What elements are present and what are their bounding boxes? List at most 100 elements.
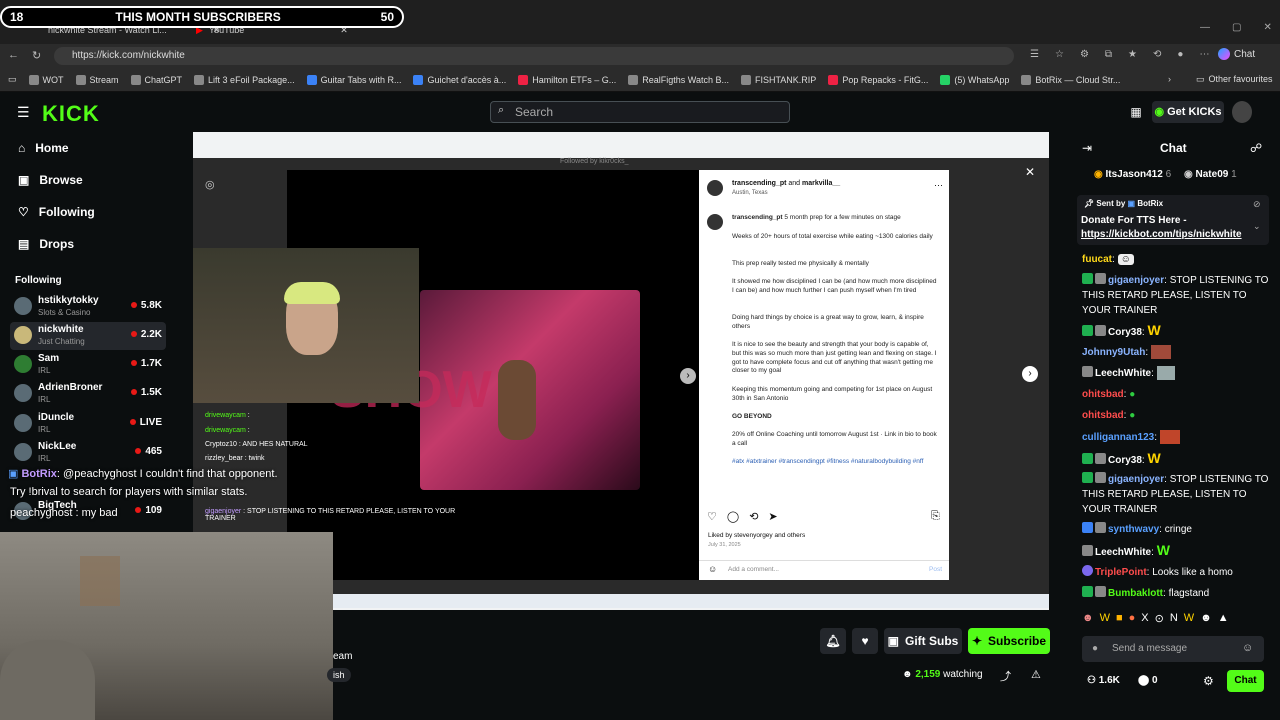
chat-username[interactable]: TriplePoint (1095, 567, 1147, 578)
emote[interactable]: ⊙ (1155, 612, 1164, 630)
get-kicks-button[interactable]: ◉ Get KICKs (1152, 101, 1224, 123)
chat-username[interactable]: synthwavy (1108, 524, 1159, 535)
bookmark-icon[interactable]: ⎘ (931, 510, 940, 523)
bookmark-item[interactable]: BotRix — Cloud Str... (1021, 74, 1120, 85)
next-post-icon[interactable]: › (1022, 366, 1038, 382)
reader-icon[interactable]: ☰ (1030, 49, 1039, 60)
follow-heart-icon[interactable]: ♥ (852, 628, 878, 654)
close-window-icon[interactable]: ✕ (1263, 22, 1271, 33)
bookmark-item[interactable]: (5) WhatsApp (940, 74, 1009, 85)
post-coauthor[interactable]: markvilla__ (802, 180, 840, 187)
bookmark-item[interactable]: FISHTANK.RIP (740, 74, 816, 85)
emote[interactable]: X (1141, 612, 1148, 630)
bookmark-item[interactable]: RealFigths Watch B... (628, 74, 729, 85)
chevron-right-icon[interactable]: › (1168, 74, 1171, 84)
post-author[interactable]: transcending_pt (732, 180, 786, 187)
search-input[interactable]: Search (490, 101, 790, 123)
chat-username[interactable]: Bumbaklott (1108, 588, 1163, 599)
emoji-icon[interactable]: ☺ (708, 564, 717, 574)
emoji-icon[interactable]: ☺ (1242, 642, 1253, 654)
chat-username[interactable]: Johnny9Utah (1082, 347, 1145, 358)
sidebar-channel[interactable]: iDuncle IRL LIVE (10, 410, 166, 438)
emote[interactable]: W (1100, 612, 1110, 630)
emote[interactable]: ● (1129, 612, 1136, 630)
bookmark-item[interactable]: Hamilton ETFs – G... (518, 74, 616, 85)
bookmark-item[interactable]: Stream (75, 74, 119, 85)
top-gifter[interactable]: ◉ ItsJason412 6 (1094, 169, 1171, 180)
repost-icon[interactable]: ⟲ (749, 510, 758, 523)
nav-home[interactable]: ⌂ Home (18, 141, 69, 155)
caption-hashtags[interactable]: #atx #atxtrainer #transcendingpt #fitnes… (732, 458, 937, 467)
bookmark-item[interactable]: Guichet d'accès à... (413, 74, 506, 85)
gift-subs-button[interactable]: ▣ Gift Subs (884, 628, 962, 654)
chat-username[interactable]: culligannan123 (1082, 432, 1154, 443)
nav-drops[interactable]: ▤ Drops (18, 237, 74, 251)
bookmark-item[interactable]: Pop Repacks - FitG... (828, 74, 928, 85)
maximize-icon[interactable]: ▢ (1232, 22, 1241, 33)
close-icon[interactable]: ✕ (1025, 165, 1035, 179)
language-tag[interactable]: ish (327, 668, 351, 682)
chat-username[interactable]: LeechWhite (1095, 368, 1151, 379)
split-icon[interactable]: ⧉ (1105, 49, 1112, 60)
minimize-icon[interactable]: — (1200, 22, 1210, 33)
subscribe-button[interactable]: ✦ Subscribe (968, 628, 1050, 654)
nav-following[interactable]: ♡ Following (18, 205, 95, 219)
chat-username[interactable]: Cory38 (1108, 455, 1142, 466)
history-icon[interactable]: ⟲ (1153, 49, 1161, 60)
pinned-link[interactable]: https://kickbot.com/tips/nickwhite (1081, 229, 1242, 240)
unpin-icon[interactable]: ⊘ (1253, 199, 1261, 210)
chat-username[interactable]: gigaenjoyer (1108, 275, 1164, 286)
library-icon[interactable]: ▦ (1126, 101, 1146, 123)
menu-icon[interactable]: ☰ (17, 104, 30, 121)
share-icon[interactable]: ⤴ (1000, 668, 1011, 684)
emote[interactable]: W (1184, 612, 1194, 630)
settings-gear-icon[interactable]: ⚙ (1203, 674, 1214, 688)
sidebar-channel[interactable]: NickLee IRL 465 (10, 439, 166, 467)
users-icon[interactable]: ☍ (1250, 141, 1262, 155)
nav-browse[interactable]: ▣ Browse (18, 173, 83, 187)
favorites-icon[interactable]: ★ (1128, 49, 1137, 60)
user-avatar[interactable] (1232, 101, 1252, 123)
kick-logo[interactable]: KICK (42, 101, 100, 127)
chevron-down-icon[interactable]: ⌄ (1253, 221, 1261, 232)
chat-username[interactable]: LeechWhite (1095, 547, 1151, 558)
reload-icon[interactable]: ↻ (32, 49, 41, 62)
more-icon[interactable]: ⋯ (934, 180, 943, 191)
extensions-icon[interactable]: ⚙ (1080, 49, 1089, 60)
sidebar-channel-active[interactable]: nickwhite Just Chatting 2.2K (10, 322, 166, 350)
notification-bell-icon[interactable]: 🔔︎ (820, 628, 846, 654)
emote[interactable]: ■ (1116, 612, 1123, 630)
comment-icon[interactable]: ◯ (727, 510, 739, 523)
bookmark-item[interactable]: WOT (28, 74, 64, 85)
url-bar[interactable]: https://kick.com/nickwhite (54, 47, 1014, 65)
chat-username[interactable]: fuucat (1082, 254, 1112, 265)
like-icon[interactable]: ♡ (707, 510, 717, 523)
emote[interactable]: N (1170, 612, 1178, 630)
post-comment-button[interactable]: Post (929, 566, 942, 573)
copilot-chat-button[interactable]: Chat (1218, 48, 1255, 60)
send-chat-button[interactable]: Chat (1227, 670, 1264, 692)
sidebar-channel[interactable]: AdrienBroner IRL 1.5K (10, 380, 166, 408)
more-icon[interactable]: ⋯ (1199, 49, 1209, 60)
add-comment-input[interactable]: Add a comment... (728, 566, 779, 573)
back-icon[interactable]: ← (8, 49, 19, 61)
report-icon[interactable]: ⚠ (1031, 668, 1041, 681)
collapse-chat-icon[interactable]: ⇥ (1082, 141, 1092, 155)
bookmark-item[interactable]: Guitar Tabs with R... (306, 74, 401, 85)
emote[interactable]: ▲ (1218, 612, 1229, 630)
bookmark-item[interactable]: ChatGPT (130, 74, 182, 85)
bookmark-item[interactable]: Lift 3 eFoil Package... (194, 74, 295, 85)
top-gifter[interactable]: ◉ Nate09 1 (1184, 169, 1237, 180)
star-icon[interactable]: ☆ (1055, 49, 1064, 60)
sidebar-channel[interactable]: Sam IRL 1.7K (10, 351, 166, 379)
other-favourites[interactable]: ▭ Other favourites (1196, 74, 1273, 85)
sidebar-channel[interactable]: hstikkytokky Slots & Casino 5.8K (10, 293, 166, 321)
chat-username[interactable]: Cory38 (1108, 327, 1142, 338)
emote[interactable]: ☻ (1200, 612, 1212, 630)
profile-icon[interactable]: ● (1177, 49, 1183, 60)
prev-image-icon[interactable]: › (680, 368, 696, 384)
chat-username[interactable]: ohitsbad (1082, 410, 1124, 421)
chat-message-input[interactable]: Send a message (1082, 636, 1264, 662)
chat-username[interactable]: ohitsbad (1082, 389, 1124, 400)
chat-username[interactable]: gigaenjoyer (1108, 474, 1164, 485)
